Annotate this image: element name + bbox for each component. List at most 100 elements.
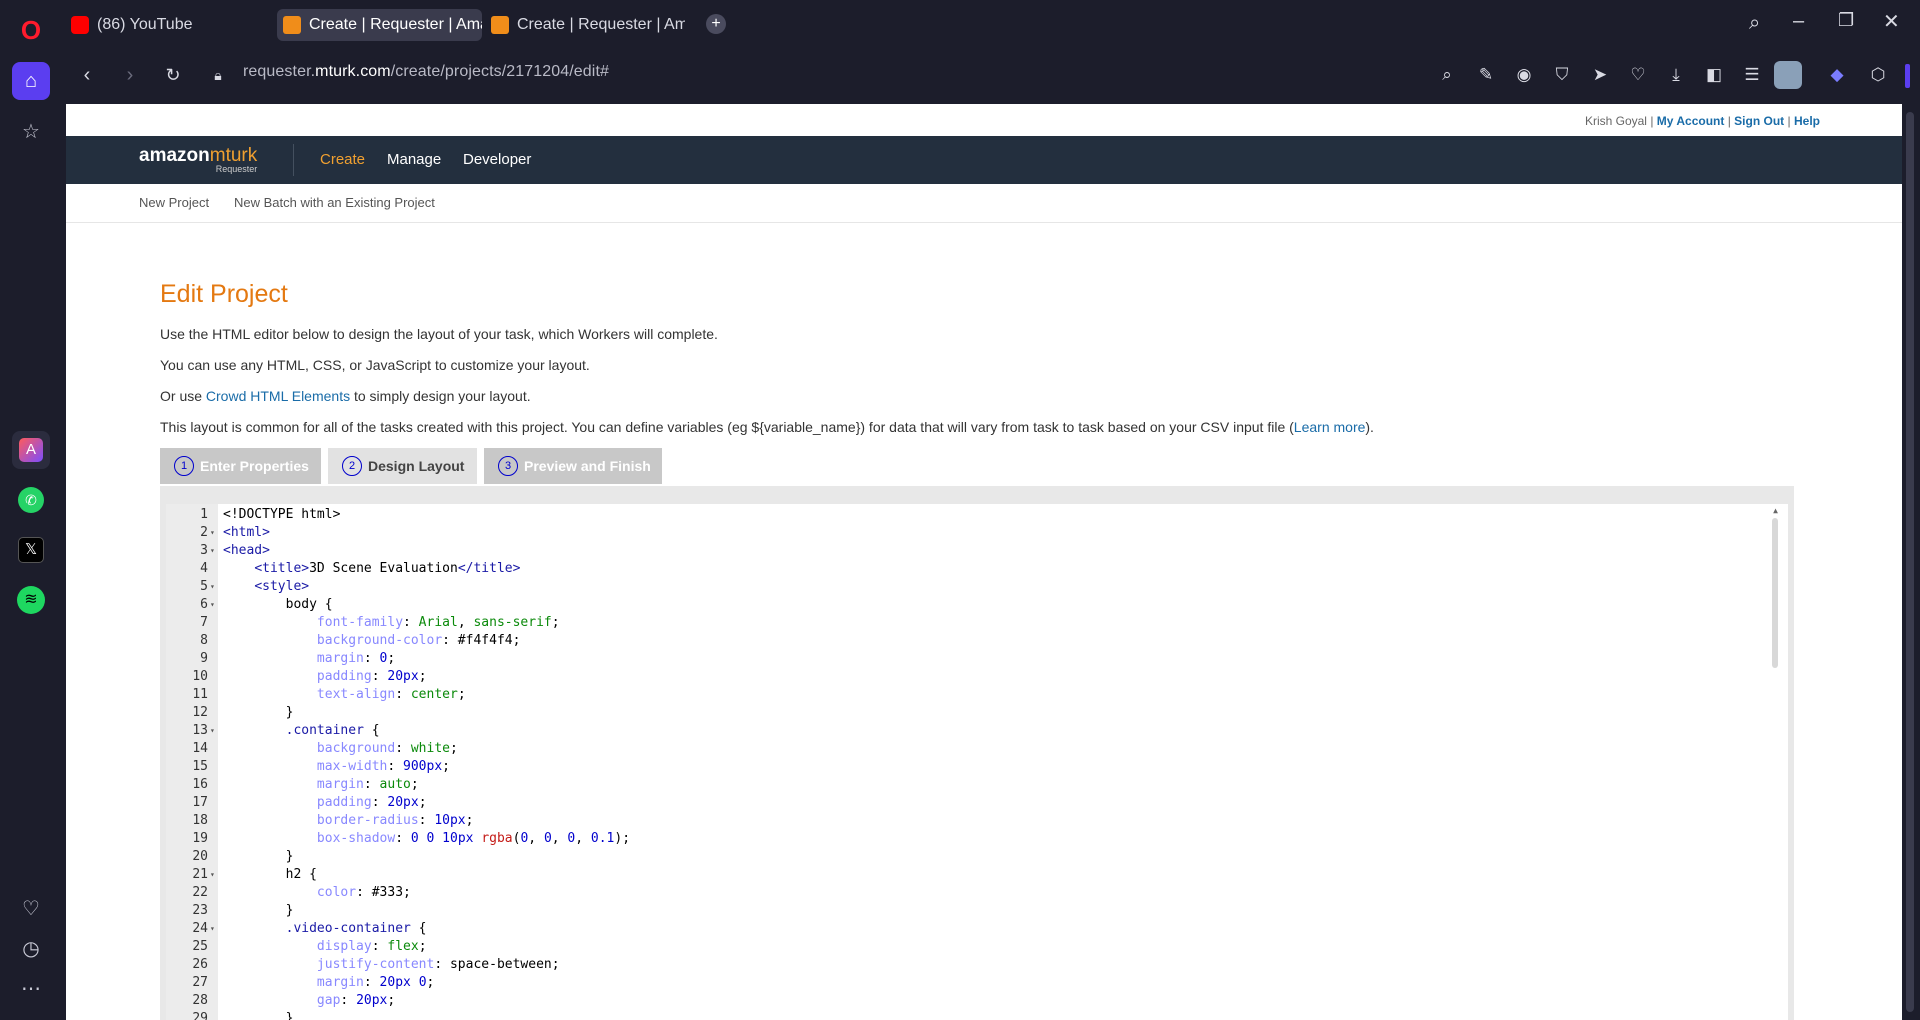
code-token: 20px [387, 669, 419, 684]
code-line[interactable]: background-color: #f4f4f4; [223, 632, 521, 650]
sign-out-link[interactable]: Sign Out [1734, 114, 1784, 128]
heart-icon[interactable]: ♡ [1626, 63, 1650, 87]
code-line[interactable]: } [223, 1010, 294, 1020]
code-line[interactable]: } [223, 704, 294, 722]
fold-arrow-icon[interactable]: ▾ [210, 596, 215, 614]
x-twitter-icon[interactable]: 𝕏 [12, 531, 50, 569]
extensions-icon[interactable]: ⬡ [1866, 63, 1890, 87]
code-line[interactable]: padding: 20px; [223, 794, 427, 812]
code-line[interactable]: } [223, 902, 294, 920]
code-line[interactable]: <!DOCTYPE html> [223, 506, 340, 524]
zoom-icon[interactable]: ⌕ [1435, 63, 1459, 87]
help-link[interactable]: Help [1794, 114, 1820, 128]
battery-saver-icon[interactable]: ◧ [1702, 63, 1726, 87]
reload-icon[interactable]: ↻ [159, 61, 187, 89]
page-scrollbar[interactable] [1902, 104, 1918, 1020]
star-icon[interactable]: ☆ [12, 112, 50, 150]
history-icon[interactable]: ◷ [12, 929, 50, 967]
subnav-new-batch[interactable]: New Batch with an Existing Project [234, 195, 435, 210]
code-line[interactable]: font-family: Arial, sans-serif; [223, 614, 560, 632]
code-line[interactable]: .video-container { [223, 920, 427, 938]
download-icon[interactable]: ⤓ [1664, 63, 1688, 87]
fold-arrow-icon[interactable]: ▾ [210, 524, 215, 542]
code-line[interactable]: display: flex; [223, 938, 427, 956]
fold-arrow-icon[interactable]: ▾ [210, 578, 215, 596]
code-token: : [371, 669, 388, 684]
code-line[interactable]: color: #333; [223, 884, 411, 902]
code-line[interactable]: padding: 20px; [223, 668, 427, 686]
code-line[interactable]: <title>3D Scene Evaluation</title> [223, 560, 520, 578]
send-icon[interactable]: ➤ [1588, 63, 1612, 87]
page-scroll-thumb[interactable] [1906, 112, 1914, 1012]
tab-mturk[interactable]: Create | Requester | Amazon [485, 9, 685, 41]
code-token: display [316, 939, 372, 954]
tab-youtube[interactable]: (86) YouTube [65, 9, 265, 41]
tab-mturk-active[interactable]: Create | Requester | Amazon [277, 9, 482, 41]
camera-icon[interactable]: ◉ [1512, 63, 1536, 87]
edit-icon[interactable]: ✎ [1474, 63, 1498, 87]
code-token: justify-content [316, 957, 435, 972]
code-line[interactable]: <html> [223, 524, 270, 542]
code-line[interactable]: text-align: center; [223, 686, 466, 704]
step-enter-properties[interactable]: 1 Enter Properties [160, 448, 321, 484]
line-number: 12 [192, 705, 208, 720]
aria-icon[interactable]: A [12, 431, 50, 469]
nav-developer[interactable]: Developer [463, 151, 531, 168]
url-field[interactable]: requester.mturk.com/create/projects/2171… [243, 63, 609, 81]
html-code-editor[interactable]: 1 2 ▾ 3 ▾ 4 5 ▾ 6 ▾ 7 8 9 10 11 12 13 ▾ 14 15 16 17 18 19 20 21 ▾ 2… [166, 504, 1788, 1020]
fold-arrow-icon[interactable]: ▾ [210, 542, 215, 560]
code-line[interactable]: gap: 20px; [223, 992, 395, 1010]
code-line[interactable]: background: white; [223, 740, 458, 758]
step-preview-finish[interactable]: 3 Preview and Finish [484, 448, 662, 484]
code-line[interactable]: margin: 0; [223, 650, 395, 668]
nav-create[interactable]: Create [320, 151, 365, 168]
close-icon[interactable]: ✕ [1883, 9, 1900, 34]
home-icon[interactable]: ⌂ [12, 62, 50, 100]
back-icon[interactable]: ‹ [73, 61, 101, 89]
editor-scrollbar[interactable] [1772, 518, 1778, 668]
code-line[interactable]: box-shadow: 0 0 10px rgba(0, 0, 0, 0.1); [223, 830, 630, 848]
sidebar-toggle[interactable] [1905, 64, 1910, 88]
code-token: : space-between; [434, 957, 560, 972]
code-line[interactable]: body { [223, 596, 333, 614]
subnav-new-project[interactable]: New Project [139, 195, 209, 210]
heart-icon[interactable]: ♡ [12, 889, 50, 927]
code-line[interactable]: h2 { [223, 866, 317, 884]
code-line[interactable]: } [223, 848, 294, 866]
code-line[interactable]: <style> [223, 578, 309, 596]
my-account-link[interactable]: My Account [1657, 114, 1725, 128]
learn-more-link[interactable]: Learn more [1294, 419, 1366, 435]
whatsapp-icon[interactable]: ✆ [12, 481, 50, 519]
easy-setup-icon[interactable]: ☰ [1740, 63, 1764, 87]
scroll-up-icon[interactable]: ▲ [1773, 506, 1778, 515]
code-token: padding [316, 795, 372, 810]
restore-icon[interactable]: ❐ [1838, 10, 1854, 31]
fold-arrow-icon[interactable]: ▾ [210, 866, 215, 884]
nav-manage[interactable]: Manage [387, 151, 441, 168]
crowd-html-elements-link[interactable]: Crowd HTML Elements [206, 388, 350, 404]
more-icon[interactable]: ⋯ [12, 969, 50, 1007]
code-line[interactable]: max-width: 900px; [223, 758, 450, 776]
spotify-icon[interactable]: ≋ [12, 581, 50, 619]
step-design-layout[interactable]: 2 Design Layout [328, 448, 477, 484]
minimize-icon[interactable]: – [1793, 10, 1804, 33]
aria-ai-icon[interactable]: ◆ [1825, 63, 1849, 87]
code-line[interactable]: border-radius: 10px; [223, 812, 474, 830]
fold-arrow-icon[interactable]: ▾ [210, 920, 215, 938]
code-line[interactable]: margin: 20px 0; [223, 974, 434, 992]
new-tab-button[interactable]: + [706, 14, 726, 34]
line-number: 15 [192, 759, 208, 774]
line-number: 5 [200, 579, 208, 594]
code-line[interactable]: <head> [223, 542, 270, 560]
mturk-logo[interactable]: amazonmturk Requester [139, 145, 257, 174]
search-icon[interactable]: ⌕ [1749, 12, 1760, 35]
shield-icon[interactable]: ⛉ [1550, 63, 1574, 87]
code-line[interactable]: justify-content: space-between; [223, 956, 560, 974]
tab-title: (86) YouTube [97, 16, 193, 33]
avatar[interactable] [1774, 61, 1802, 89]
opera-logo-icon[interactable]: O [12, 11, 50, 49]
code-line[interactable]: .container { [223, 722, 380, 740]
forward-icon[interactable]: › [116, 61, 144, 89]
code-line[interactable]: margin: auto; [223, 776, 419, 794]
fold-arrow-icon[interactable]: ▾ [210, 722, 215, 740]
